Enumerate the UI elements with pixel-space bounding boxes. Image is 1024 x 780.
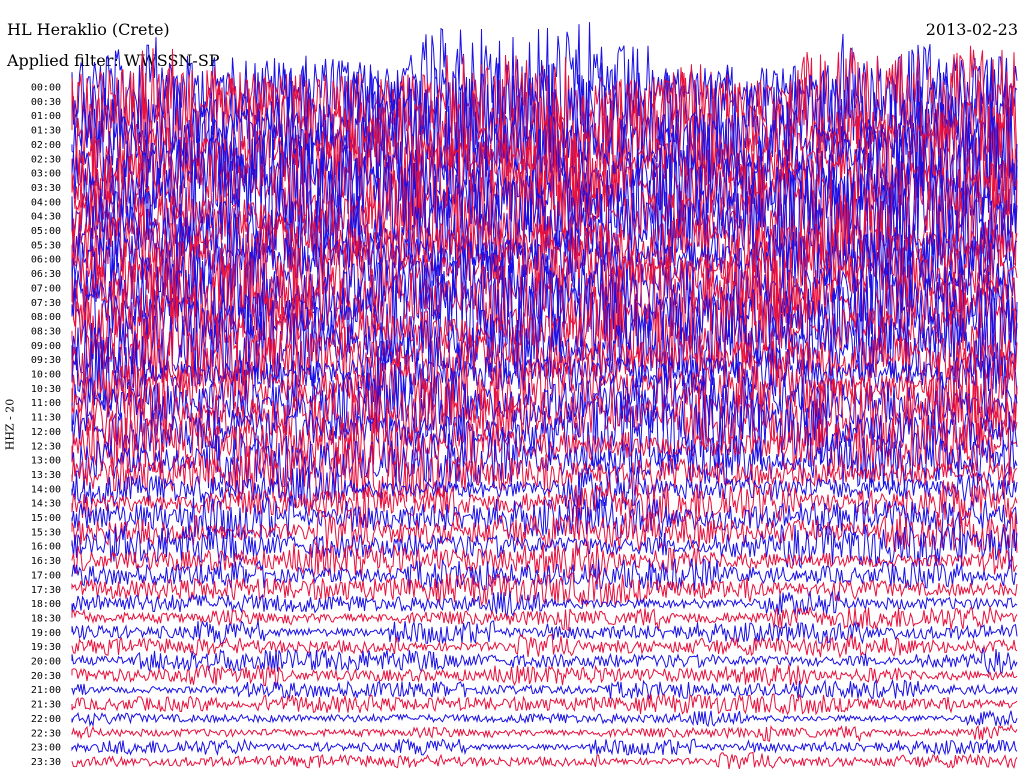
time-label: 20:00 xyxy=(31,657,61,668)
time-label: 05:00 xyxy=(31,226,61,237)
time-label: 22:00 xyxy=(31,714,61,725)
time-label: 10:00 xyxy=(31,370,61,381)
trace-row-2300 xyxy=(71,738,1018,756)
time-label: 13:30 xyxy=(31,470,61,481)
time-label: 02:00 xyxy=(31,140,61,151)
trace-row-1830 xyxy=(71,606,1018,632)
time-label: 09:30 xyxy=(31,355,61,366)
trace-row-2200 xyxy=(71,709,1018,728)
time-label: 10:30 xyxy=(31,384,61,395)
time-label: 19:00 xyxy=(31,628,61,639)
time-label: 07:00 xyxy=(31,283,61,294)
time-label: 01:00 xyxy=(31,111,61,122)
time-label: 23:00 xyxy=(31,743,61,754)
time-label: 06:00 xyxy=(31,255,61,266)
time-label: 00:00 xyxy=(31,83,61,94)
trace-layer xyxy=(71,22,1018,770)
time-label: 13:00 xyxy=(31,456,61,467)
time-label: 11:00 xyxy=(31,398,61,409)
time-label: 14:00 xyxy=(31,484,61,495)
time-label-layer: 00:00 00:30 01:00 01:30 02:00 02:30 03:00 03:30… xyxy=(31,83,61,768)
time-label: 18:00 xyxy=(31,599,61,610)
time-label: 21:00 xyxy=(31,685,61,696)
trace-row-2000 xyxy=(71,647,1018,675)
time-label: 19:30 xyxy=(31,642,61,653)
time-label: 05:30 xyxy=(31,240,61,251)
time-label: 16:00 xyxy=(31,542,61,553)
trace-row-2330 xyxy=(71,751,1018,770)
time-label: 11:30 xyxy=(31,413,61,424)
time-label: 14:30 xyxy=(31,499,61,510)
trace-row-2100 xyxy=(71,678,1018,699)
time-label: 18:30 xyxy=(31,613,61,624)
time-label: 15:00 xyxy=(31,513,61,524)
trace-row-2130 xyxy=(71,693,1018,716)
time-label: 12:30 xyxy=(31,441,61,452)
time-label: 20:30 xyxy=(31,671,61,682)
time-label: 15:30 xyxy=(31,527,61,538)
time-label: 02:30 xyxy=(31,154,61,165)
time-label: 07:30 xyxy=(31,298,61,309)
time-label: 00:30 xyxy=(31,97,61,108)
time-label: 17:00 xyxy=(31,570,61,581)
time-label: 21:30 xyxy=(31,700,61,711)
time-label: 03:30 xyxy=(31,183,61,194)
time-label: 01:30 xyxy=(31,126,61,137)
trace-row-2230 xyxy=(71,723,1018,742)
helicorder-plot: 00:00 00:30 01:00 01:30 02:00 02:30 03:00 03:30… xyxy=(31,22,1018,770)
time-label: 04:30 xyxy=(31,212,61,223)
time-label: 03:00 xyxy=(31,169,61,180)
time-label: 09:00 xyxy=(31,341,61,352)
time-label: 17:30 xyxy=(31,585,61,596)
time-label: 08:00 xyxy=(31,312,61,323)
time-label: 23:30 xyxy=(31,757,61,768)
time-label: 04:00 xyxy=(31,197,61,208)
time-label: 22:30 xyxy=(31,728,61,739)
time-label: 12:00 xyxy=(31,427,61,438)
time-label: 16:30 xyxy=(31,556,61,567)
time-label: 06:30 xyxy=(31,269,61,280)
time-label: 08:30 xyxy=(31,326,61,337)
